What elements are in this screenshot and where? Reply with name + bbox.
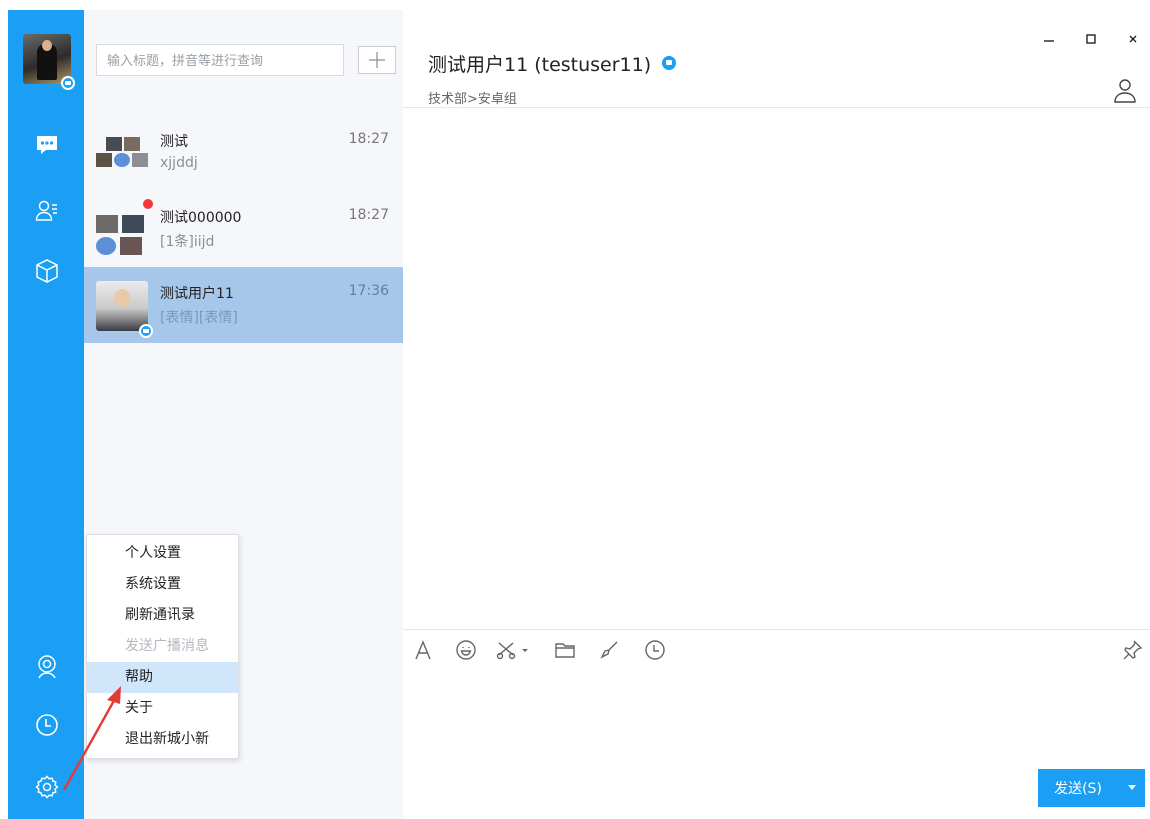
- conversation-item[interactable]: 测试 18:27 xjjddj: [84, 115, 403, 191]
- conversation-preview: [1条]iijd: [160, 234, 215, 250]
- clock-icon[interactable]: [32, 710, 62, 740]
- online-status-icon: [61, 76, 75, 90]
- brush-icon[interactable]: [595, 636, 623, 664]
- conversation-item-selected[interactable]: 测试用户11 17:36 [表情][表情]: [84, 267, 403, 343]
- header-divider: [403, 107, 1150, 108]
- add-button[interactable]: [358, 46, 396, 74]
- contact-avatar: [96, 281, 148, 331]
- send-button[interactable]: 发送(S): [1038, 778, 1118, 798]
- group-avatar: [96, 129, 148, 179]
- conversation-item[interactable]: 测试000000 18:27 [1条]iijd: [84, 191, 403, 267]
- close-icon[interactable]: [1118, 24, 1148, 54]
- conversation-time: 17:36: [348, 283, 389, 299]
- top-strip: [0, 0, 1150, 10]
- contacts-icon[interactable]: [32, 196, 62, 226]
- conversation-preview: [表情][表情]: [160, 310, 238, 326]
- chat-pane: 测试用户11 (testuser11) 技术部>安卓组 发送(S): [403, 10, 1150, 819]
- send-button-group: 发送(S): [1038, 769, 1145, 807]
- emoji-icon[interactable]: [452, 636, 480, 664]
- settings-gear-icon[interactable]: [32, 772, 62, 802]
- conversation-preview: xjjddj: [160, 155, 198, 171]
- conversation-name: 测试用户11: [160, 286, 234, 302]
- screenshot-scissors-icon[interactable]: [493, 636, 533, 664]
- chat-title: 测试用户11 (testuser11): [428, 54, 652, 76]
- cube-apps-icon[interactable]: [32, 256, 62, 286]
- menu-item-send-broadcast: 发送广播消息: [125, 638, 209, 654]
- menu-item-about[interactable]: 关于: [87, 693, 238, 724]
- profile-icon[interactable]: [1112, 76, 1138, 106]
- history-clock-icon[interactable]: [641, 636, 669, 664]
- sidebar-rail: [8, 10, 84, 819]
- menu-item-personal-settings[interactable]: 个人设置: [87, 538, 238, 569]
- toolbar-divider: [403, 629, 1150, 630]
- menu-item-system-settings[interactable]: 系统设置: [87, 569, 238, 600]
- font-icon[interactable]: [409, 636, 437, 664]
- chat-department: 技术部>安卓组: [428, 92, 517, 107]
- webcam-icon[interactable]: [32, 652, 62, 682]
- menu-item-refresh-contacts[interactable]: 刷新通讯录: [87, 600, 238, 631]
- settings-menu: 个人设置 系统设置 刷新通讯录 发送广播消息 帮助 关于 退出新城小新: [86, 534, 239, 759]
- minimize-icon[interactable]: [1034, 24, 1064, 54]
- maximize-icon[interactable]: [1076, 24, 1106, 54]
- conversation-name: 测试000000: [160, 210, 242, 226]
- menu-item-quit[interactable]: 退出新城小新: [87, 724, 238, 755]
- avatar-face: [42, 40, 52, 51]
- search-input[interactable]: [96, 44, 344, 76]
- conversation-name: 测试: [160, 134, 188, 150]
- plus-icon: [369, 52, 385, 68]
- unread-dot: [143, 199, 153, 209]
- menu-item-help[interactable]: 帮助: [87, 662, 238, 693]
- conversation-time: 18:27: [348, 131, 389, 147]
- group-avatar: [96, 205, 148, 255]
- pin-icon[interactable]: [1118, 636, 1146, 664]
- send-options-caret-icon[interactable]: [1118, 769, 1145, 807]
- online-status-icon: [139, 324, 153, 338]
- conversation-time: 18:27: [348, 207, 389, 223]
- chat-bubble-icon[interactable]: [32, 130, 62, 160]
- online-status-icon: [662, 56, 676, 70]
- folder-icon[interactable]: [551, 636, 579, 664]
